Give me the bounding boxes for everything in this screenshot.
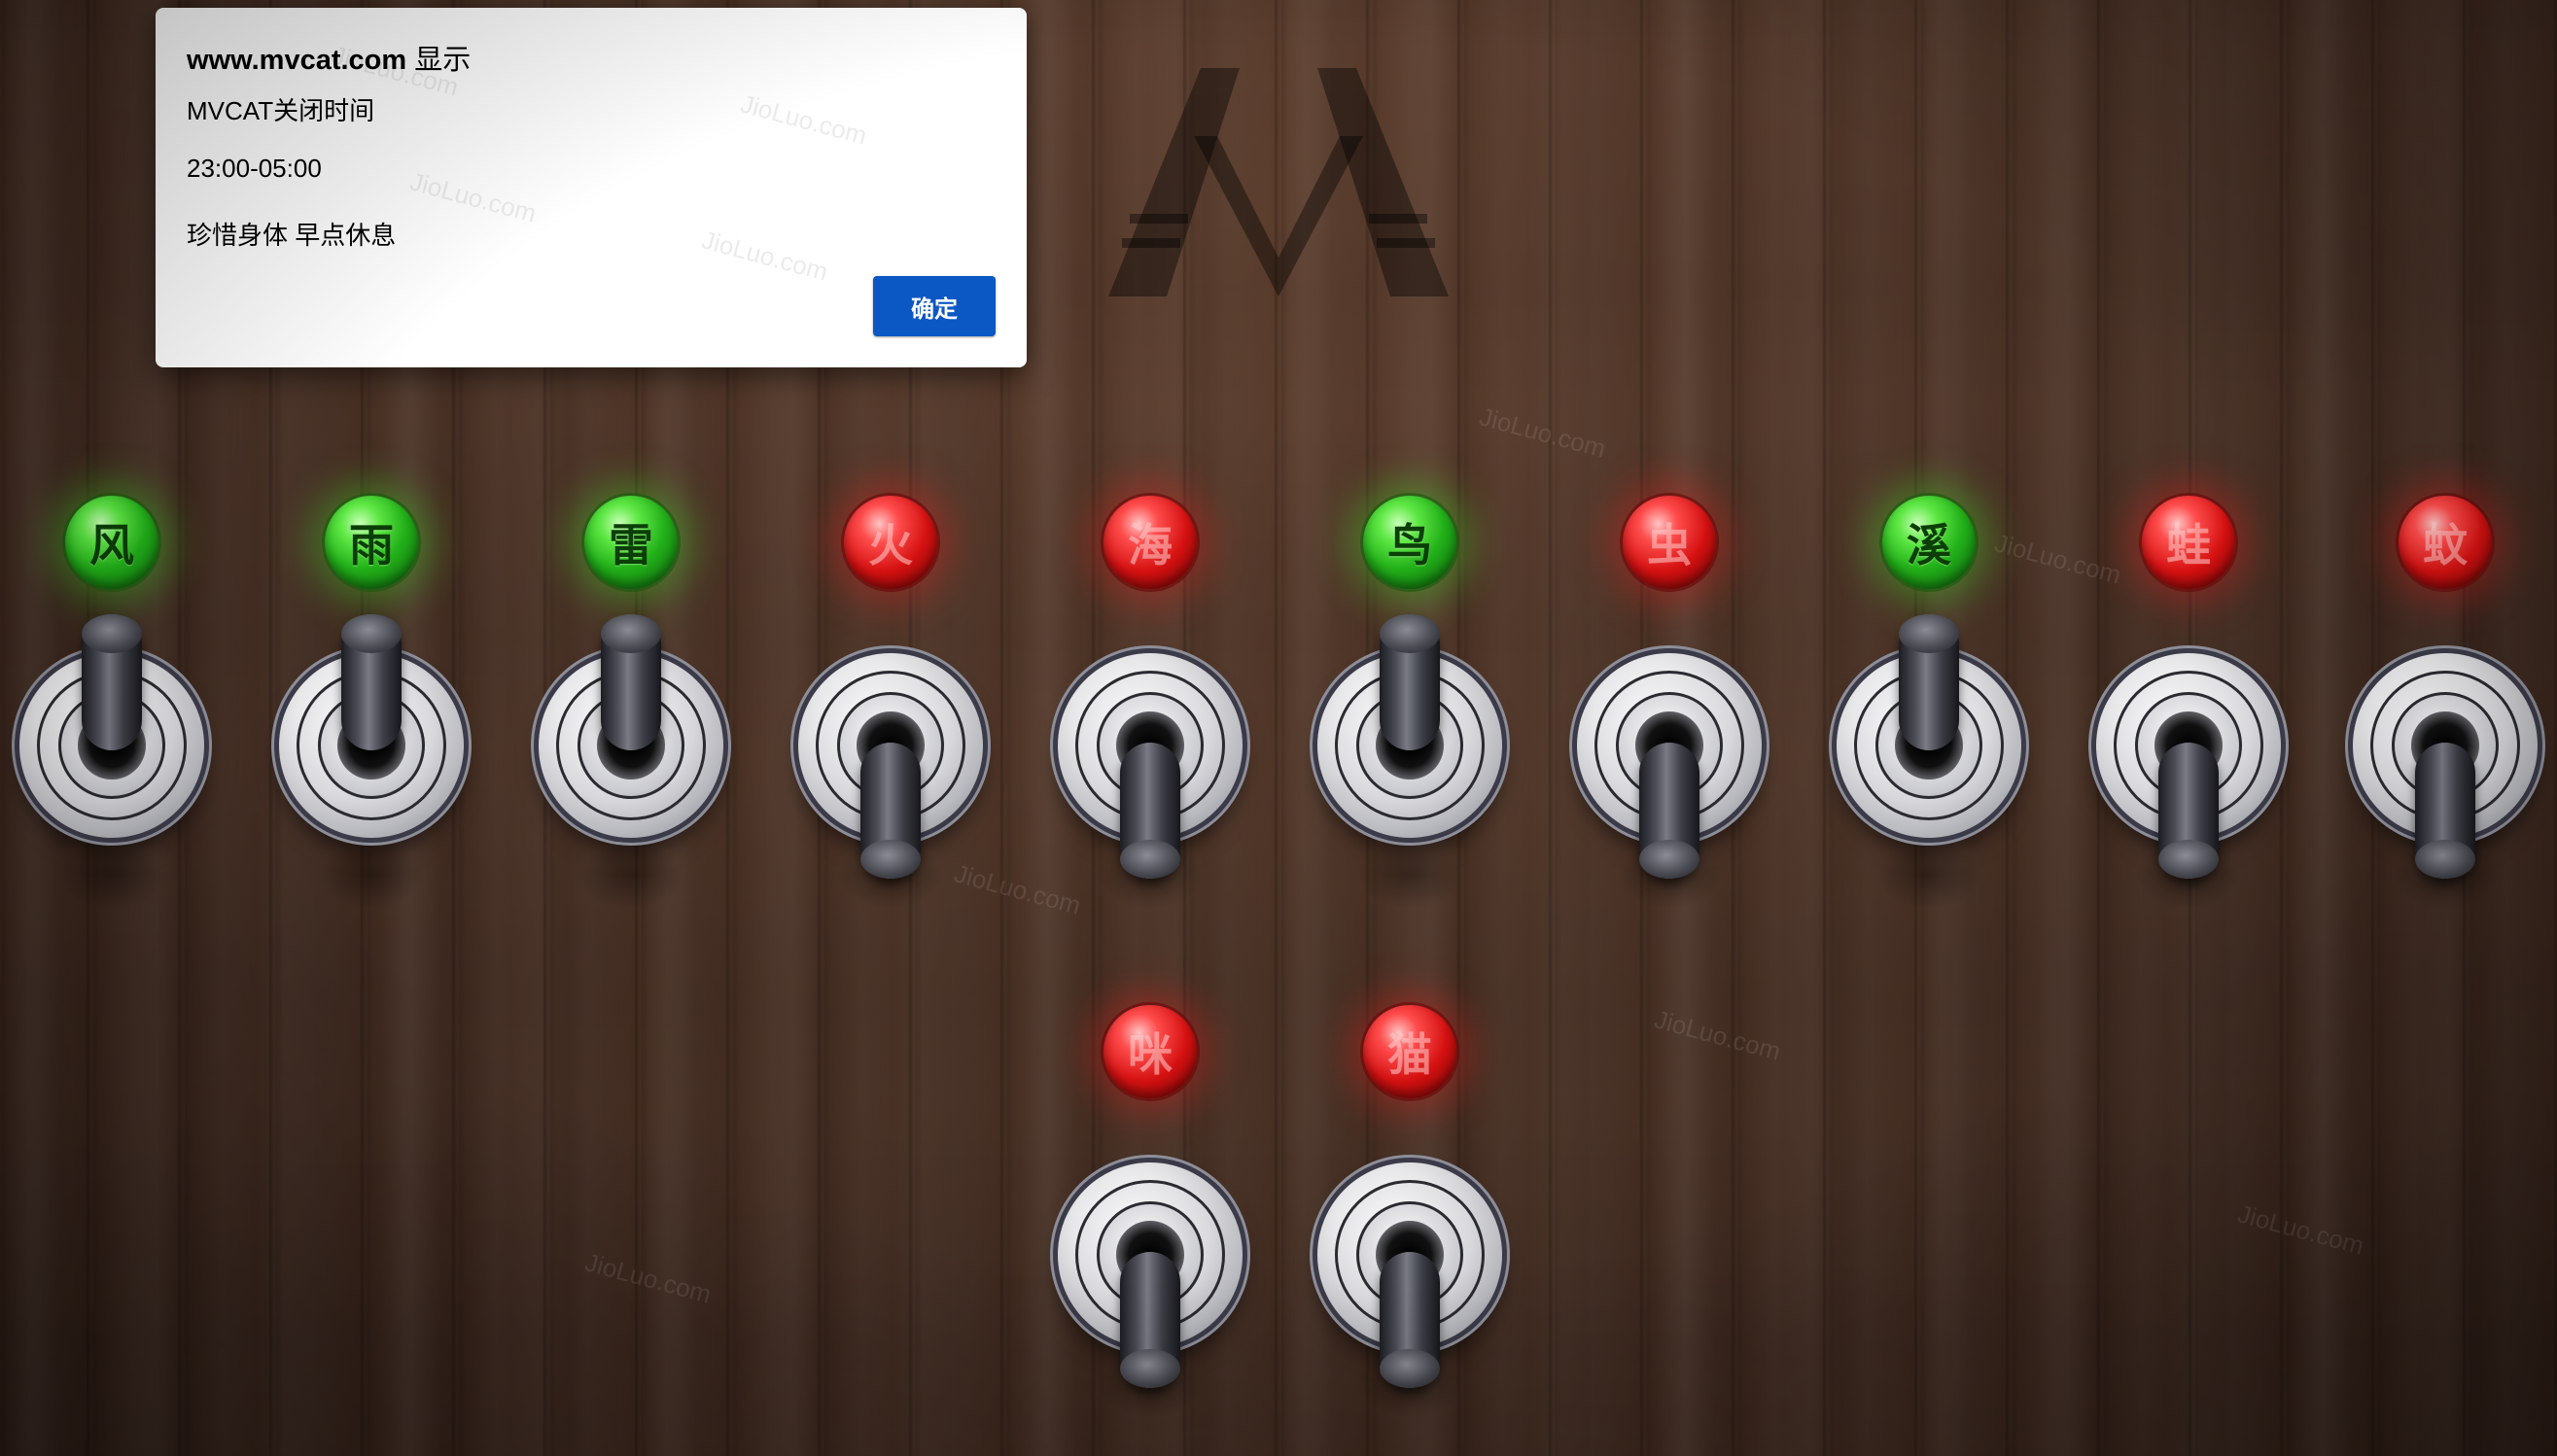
toggle-switch[interactable] [1317,614,1502,838]
watermark: JioLuo.com [406,166,540,228]
switch-frog[interactable]: 蛙 [2096,496,2281,909]
lamp-indicator: 鸟 [1363,496,1456,589]
lamp-indicator: 溪 [1882,496,1976,589]
dialog-site: www.mvcat.com [187,45,407,76]
switch-mosquito[interactable]: 蚊 [2353,496,2538,909]
switch-wind[interactable]: 风 [19,496,204,909]
watermark: JioLuo.com [1476,401,1609,464]
lamp-indicator: 雨 [325,496,418,589]
toggle-switch[interactable] [1577,653,1762,879]
switch-stream[interactable]: 溪 [1837,496,2021,909]
toggle-switch[interactable] [2353,653,2538,879]
watermark: JioLuo.com [2234,1198,2367,1261]
switch-fire[interactable]: 火 [798,496,983,909]
lever-handle[interactable] [601,614,661,750]
switch-cat[interactable]: 猫 [1317,1005,1502,1418]
toggle-switch[interactable] [539,614,723,838]
dialog-message-line: 珍惜身体 早点休息 [187,221,397,250]
lamp-indicator: 风 [65,496,158,589]
toggle-switch[interactable] [1058,1162,1243,1388]
lamp-indicator: 咪 [1103,1005,1197,1098]
switch-meow[interactable]: 咪 [1058,1005,1243,1418]
lever-handle[interactable] [2415,743,2475,879]
lever-handle[interactable] [1380,614,1440,750]
toggle-switch[interactable] [2096,653,2281,879]
ok-button[interactable]: 确定 [873,276,996,336]
lever-handle[interactable] [860,743,921,879]
lamp-indicator: 蚊 [2399,496,2492,589]
lamp-indicator: 火 [844,496,937,589]
watermark: JioLuo.com [698,225,831,287]
toggle-switch[interactable] [1058,653,1243,879]
lamp-indicator: 雷 [584,496,678,589]
lamp-indicator: 猫 [1363,1005,1456,1098]
lever-handle[interactable] [1120,743,1180,879]
switch-bird[interactable]: 鸟 [1317,496,1502,909]
watermark: JioLuo.com [1651,1004,1784,1066]
toggle-switch[interactable] [279,614,464,838]
lever-handle[interactable] [2158,743,2219,879]
dialog-title-suffix: 显示 [414,45,472,76]
lever-handle[interactable] [82,614,142,750]
switch-thunder[interactable]: 雷 [539,496,723,909]
switch-insect[interactable]: 虫 [1577,496,1762,909]
lever-handle[interactable] [1639,743,1699,879]
mvcat-m-logo-icon [1108,68,1449,296]
toggle-switch[interactable] [1317,1162,1502,1388]
switch-rain[interactable]: 雨 [279,496,464,909]
lamp-indicator: 海 [1103,496,1197,589]
toggle-switch[interactable] [19,614,204,838]
dialog-message-line: MVCAT关闭时间 [187,96,375,125]
switch-sea[interactable]: 海 [1058,496,1243,909]
lamp-indicator: 蛙 [2142,496,2235,589]
lever-handle[interactable] [1380,1252,1440,1388]
dialog-message-line: 23:00-05:00 [187,154,322,183]
alert-dialog: JioLuo.com JioLuo.com JioLuo.com JioLuo.… [156,8,1027,367]
lever-handle[interactable] [341,614,402,750]
watermark: JioLuo.com [737,88,870,151]
lever-handle[interactable] [1899,614,1959,750]
dialog-title: www.mvcat.com 显示 [187,37,471,78]
lever-handle[interactable] [1120,1252,1180,1388]
toggle-switch[interactable] [798,653,983,879]
lamp-indicator: 虫 [1623,496,1716,589]
watermark: JioLuo.com [581,1247,715,1309]
toggle-switch[interactable] [1837,614,2021,838]
